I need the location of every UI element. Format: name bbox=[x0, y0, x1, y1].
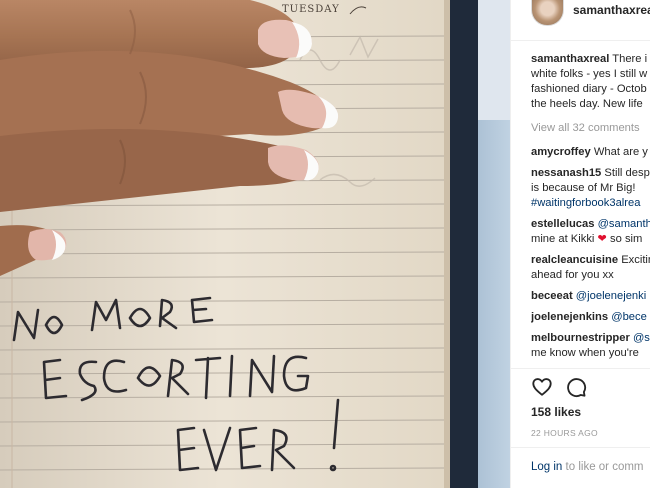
actions-divider bbox=[511, 368, 650, 369]
comment-bubble-icon[interactable] bbox=[565, 376, 587, 398]
post-sidebar: samanthaxreal samanthaxreal There i whit… bbox=[510, 0, 650, 488]
comment-item: realcleancuisine Excitin ahead for you x… bbox=[531, 253, 650, 283]
comment-text: is because of Mr Big! bbox=[531, 182, 636, 194]
view-all-comments-link[interactable]: View all 32 comments bbox=[531, 121, 650, 136]
comment-text: me know when you're bbox=[531, 347, 639, 359]
mention-link[interactable]: @bece bbox=[611, 311, 647, 323]
header-username-link[interactable]: samanthaxreal bbox=[573, 3, 650, 17]
comment-username-link[interactable]: estellelucas bbox=[531, 218, 594, 230]
comment-username-link[interactable]: beceeat bbox=[531, 290, 573, 302]
mention-link[interactable]: @samanth bbox=[598, 218, 650, 230]
comment-username-link[interactable]: melbournestripper bbox=[531, 332, 630, 344]
header-divider bbox=[511, 40, 650, 41]
caption-line: fashioned diary - Octob bbox=[531, 83, 647, 95]
comment-text: ahead for you xx bbox=[531, 269, 614, 281]
diary-photo-illustration: TUESDAY bbox=[0, 0, 510, 488]
comment-item: beceeat @joelenejenki bbox=[531, 289, 650, 304]
login-link[interactable]: Log in bbox=[531, 461, 562, 473]
post-photo: TUESDAY bbox=[0, 0, 510, 488]
comment-item: estellelucas @samanth mine at Kikki ❤ so… bbox=[531, 217, 650, 247]
comment-item: amycroffey What are y bbox=[531, 145, 650, 160]
login-prompt: Log in to like or comm bbox=[531, 461, 644, 473]
shirt-background bbox=[478, 0, 510, 120]
comment-username-link[interactable]: realcleancuisine bbox=[531, 254, 618, 266]
hashtag-link[interactable]: #waitingforbook3alrea bbox=[531, 197, 640, 209]
comment-text: so sim bbox=[610, 233, 643, 245]
caption-line: samanthaxreal There i bbox=[531, 52, 650, 67]
caption-line: the heels day. New life bbox=[531, 98, 643, 110]
post-timestamp[interactable]: 22 HOURS AGO bbox=[531, 428, 598, 438]
comment-username-link[interactable]: nessanash15 bbox=[531, 167, 601, 179]
caption-line: white folks - yes I still w bbox=[531, 68, 648, 80]
mention-link[interactable]: @joelenejenki bbox=[576, 290, 646, 302]
comment-item: joelenejenkins @bece bbox=[531, 310, 650, 325]
heart-icon[interactable] bbox=[531, 376, 553, 398]
comment-username-link[interactable]: joelenejenkins bbox=[531, 311, 608, 323]
red-heart-emoji-icon: ❤ bbox=[597, 233, 607, 245]
comment-username-link[interactable]: amycroffey bbox=[531, 146, 591, 158]
comment-text: What are y bbox=[593, 146, 648, 158]
likes-count[interactable]: 158 likes bbox=[531, 405, 581, 419]
caption-username-link[interactable]: samanthaxreal bbox=[531, 53, 609, 65]
diary-cover-edge bbox=[448, 0, 478, 488]
comment-item: nessanash15 Still desp is because of Mr … bbox=[531, 166, 650, 211]
footer-divider bbox=[511, 447, 650, 448]
caption-text: There i bbox=[612, 53, 648, 65]
caption: samanthaxreal There i white folks - yes … bbox=[531, 52, 650, 112]
login-prompt-text: to like or comm bbox=[565, 461, 644, 473]
comment-text: Excitin bbox=[621, 254, 650, 266]
mention-link[interactable]: @s bbox=[633, 332, 650, 344]
post-header: samanthaxreal bbox=[511, 0, 650, 30]
comments-section: samanthaxreal There i white folks - yes … bbox=[531, 52, 650, 361]
diary-day-label: TUESDAY bbox=[282, 4, 340, 15]
comment-text: mine at Kikki bbox=[531, 233, 595, 245]
comment-item: melbournestripper @s me know when you're bbox=[531, 331, 650, 361]
comment-text: Still desp bbox=[604, 167, 650, 179]
avatar[interactable] bbox=[531, 0, 564, 26]
